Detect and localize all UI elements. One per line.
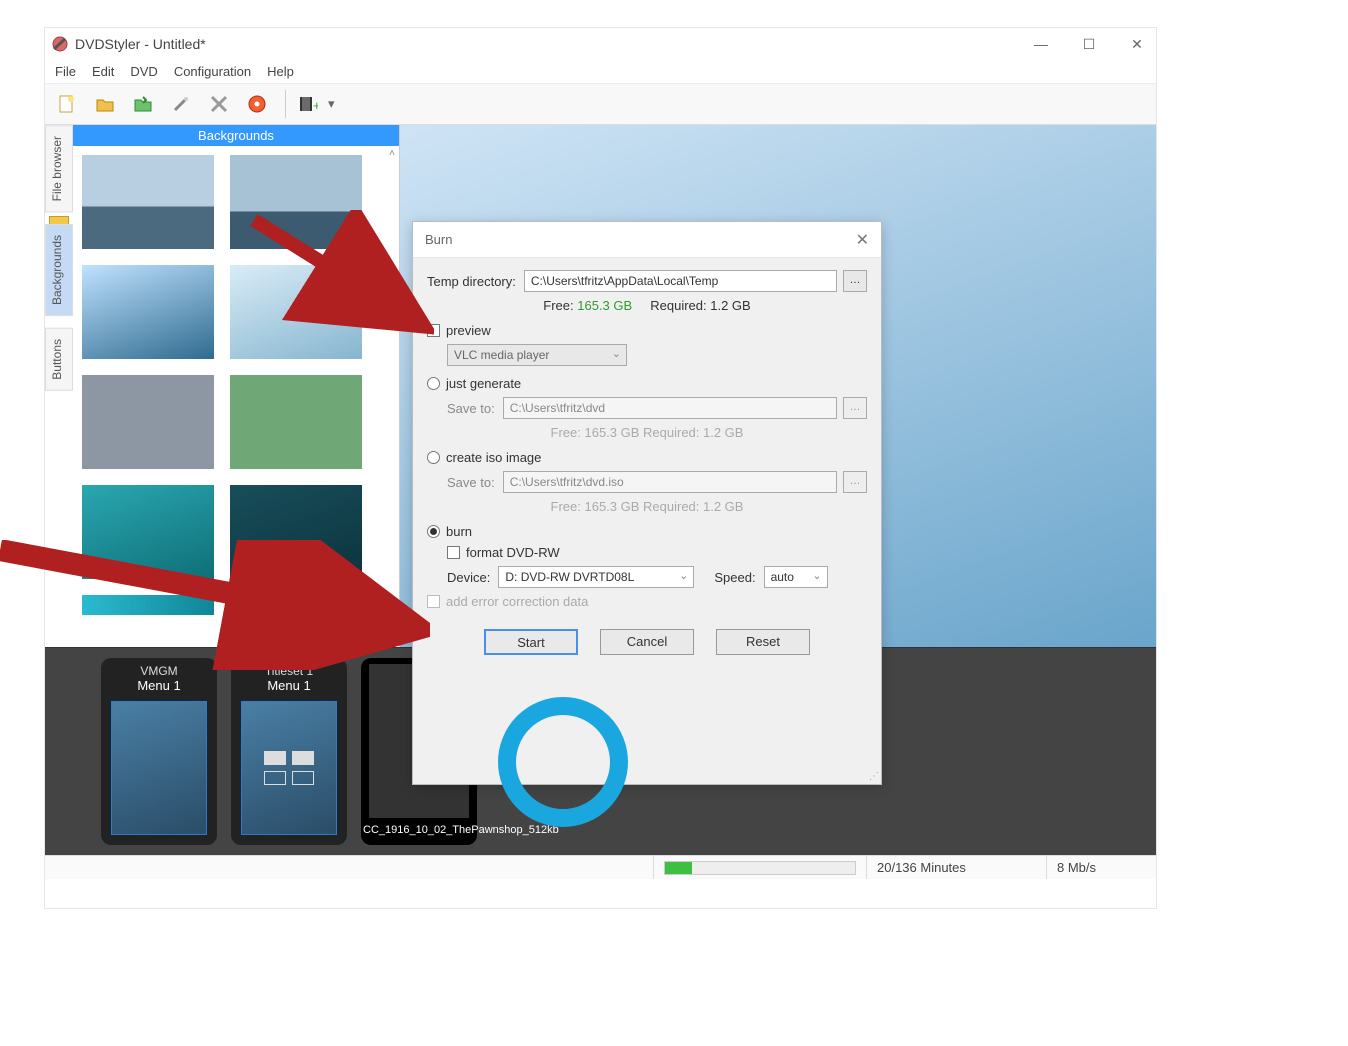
- svg-text:+: +: [313, 98, 318, 113]
- start-button[interactable]: Start: [484, 629, 578, 655]
- wizard-button[interactable]: [165, 88, 197, 120]
- toolbar-separator: [285, 90, 286, 118]
- temp-dir-input[interactable]: [524, 270, 837, 292]
- generate-space: Free: 165.3 GB Required: 1.2 GB: [427, 425, 867, 440]
- bg-thumb[interactable]: [227, 152, 365, 252]
- resize-grip-icon[interactable]: ⋰: [869, 771, 879, 782]
- burn-button[interactable]: [241, 88, 273, 120]
- tab-file-browser[interactable]: File browser: [45, 125, 73, 212]
- bg-thumb[interactable]: [79, 152, 217, 252]
- temp-dir-space: Free: 165.3 GB Required: 1.2 GB: [427, 298, 867, 313]
- timeline-card-thumb: [241, 701, 337, 835]
- minimize-button[interactable]: ―: [1028, 36, 1054, 53]
- menubar: File Edit DVD Configuration Help: [45, 60, 1156, 84]
- device-select[interactable]: D: DVD-RW DVRTD08L: [498, 566, 694, 588]
- bg-thumb[interactable]: [79, 482, 217, 582]
- bg-thumb[interactable]: [79, 592, 217, 618]
- temp-dir-browse-button[interactable]: …: [843, 270, 867, 292]
- preview-checkbox[interactable]: [427, 324, 440, 337]
- preview-label: preview: [446, 323, 491, 338]
- tab-buttons[interactable]: Buttons: [45, 328, 73, 391]
- progress-segment: [653, 856, 866, 879]
- just-generate-label: just generate: [446, 376, 521, 391]
- reset-button[interactable]: Reset: [716, 629, 810, 655]
- cancel-button[interactable]: Cancel: [600, 629, 694, 655]
- status-bitrate: 8 Mb/s: [1046, 856, 1156, 879]
- dialog-titlebar: Burn ✕: [413, 222, 881, 258]
- timeline-card-thumb: [111, 701, 207, 835]
- burn-label: burn: [446, 524, 472, 539]
- just-generate-radio[interactable]: [427, 377, 440, 390]
- new-button[interactable]: [51, 88, 83, 120]
- bg-thumb[interactable]: [79, 262, 217, 362]
- timeline-vmgm-card[interactable]: VMGM Menu 1: [101, 658, 217, 845]
- generate-path-input: [503, 397, 837, 419]
- menu-configuration[interactable]: Configuration: [174, 64, 251, 79]
- backgrounds-heading: Backgrounds: [73, 125, 399, 146]
- side-tabs: File browser Backgrounds Buttons: [45, 125, 73, 647]
- iso-browse-button: …: [843, 471, 867, 493]
- generate-saveto-label: Save to:: [447, 401, 495, 416]
- iso-space: Free: 165.3 GB Required: 1.2 GB: [427, 499, 867, 514]
- create-iso-label: create iso image: [446, 450, 541, 465]
- backgrounds-panel: Backgrounds ˄: [73, 125, 399, 647]
- timeline-card-menu: Menu 1: [105, 678, 213, 693]
- app-icon: [51, 35, 69, 53]
- dialog-close-button[interactable]: ✕: [856, 230, 869, 250]
- add-clip-dropdown-icon[interactable]: ▾: [328, 96, 335, 112]
- burn-dialog: Burn ✕ Temp directory: … Free: 165.3 GB …: [412, 221, 882, 785]
- bg-thumb[interactable]: [227, 372, 365, 472]
- settings-button[interactable]: [203, 88, 235, 120]
- maximize-button[interactable]: ☐: [1076, 36, 1102, 53]
- bg-thumb[interactable]: [227, 592, 365, 618]
- add-error-checkbox: [427, 595, 440, 608]
- titlebar: DVDStyler - Untitled* ― ☐ ✕: [45, 28, 1156, 60]
- status-minutes: 20/136 Minutes: [866, 856, 1046, 879]
- format-dvdrw-checkbox[interactable]: [447, 546, 460, 559]
- burn-radio[interactable]: [427, 525, 440, 538]
- timeline-card-menu: Menu 1: [235, 678, 343, 693]
- menu-file[interactable]: File: [55, 64, 76, 79]
- clip-name: CC_1916_10_02_ThePawnshop_512kb: [361, 820, 477, 845]
- scroll-up-icon[interactable]: ˄: [389, 148, 395, 159]
- menu-help[interactable]: Help: [267, 64, 294, 79]
- backgrounds-thumbs: ˄: [73, 146, 399, 647]
- bg-thumb[interactable]: [227, 482, 365, 582]
- timeline-card-set: Titleset 1: [235, 664, 343, 678]
- open-button[interactable]: [89, 88, 121, 120]
- menu-dvd[interactable]: DVD: [130, 64, 157, 79]
- dialog-title: Burn: [425, 232, 452, 247]
- temp-dir-label: Temp directory:: [427, 274, 516, 289]
- add-clip-button[interactable]: +: [292, 88, 324, 120]
- generate-browse-button: …: [843, 397, 867, 419]
- create-iso-radio[interactable]: [427, 451, 440, 464]
- add-error-label: add error correction data: [446, 594, 588, 609]
- device-label: Device:: [447, 570, 490, 585]
- bg-thumb[interactable]: [227, 262, 365, 362]
- bg-thumb[interactable]: [79, 372, 217, 472]
- format-dvdrw-label: format DVD-RW: [466, 545, 560, 560]
- save-button[interactable]: [127, 88, 159, 120]
- timeline-titleset-card[interactable]: Titleset 1 Menu 1: [231, 658, 347, 845]
- statusbar: 20/136 Minutes 8 Mb/s: [45, 855, 1156, 879]
- iso-path-input: [503, 471, 837, 493]
- iso-saveto-label: Save to:: [447, 475, 495, 490]
- preview-player-select[interactable]: VLC media player: [447, 344, 627, 366]
- close-button[interactable]: ✕: [1124, 36, 1150, 53]
- disc-usage-bar: [664, 861, 856, 875]
- timeline-card-set: VMGM: [105, 664, 213, 678]
- menu-edit[interactable]: Edit: [92, 64, 114, 79]
- tab-backgrounds[interactable]: Backgrounds: [45, 224, 73, 316]
- speed-label: Speed:: [714, 570, 755, 585]
- speed-select[interactable]: auto: [764, 566, 828, 588]
- toolbar: + ▾: [45, 84, 1156, 125]
- app-title: DVDStyler - Untitled*: [75, 36, 206, 52]
